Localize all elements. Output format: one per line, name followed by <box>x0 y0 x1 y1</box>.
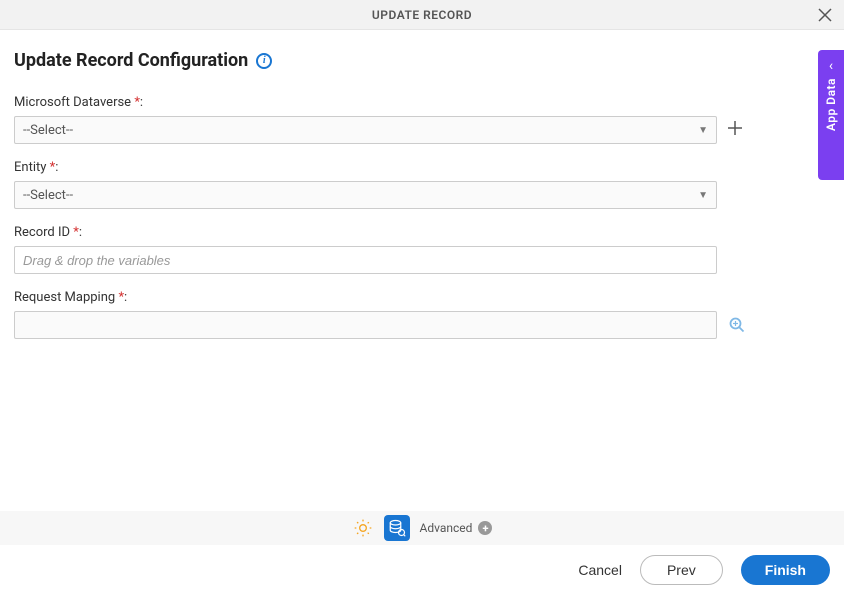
dataverse-select-value: --Select-- <box>23 123 73 138</box>
page-title: Update Record Configuration <box>14 50 248 71</box>
request-mapping-row <box>14 311 830 339</box>
info-icon[interactable]: i <box>256 53 272 69</box>
plus-circle-icon: + <box>478 521 492 535</box>
app-data-tab[interactable]: ‹ App Data <box>818 50 844 180</box>
advanced-label-text: Advanced <box>420 521 473 535</box>
search-icon <box>728 316 746 334</box>
entity-group: Entity *: --Select-- ▼ <box>14 160 830 209</box>
close-icon <box>818 8 832 22</box>
cancel-button[interactable]: Cancel <box>578 562 622 578</box>
page-title-row: Update Record Configuration i <box>14 50 830 71</box>
database-icon <box>388 519 406 537</box>
record-id-label: Record ID *: <box>14 225 830 240</box>
close-button[interactable] <box>814 1 836 29</box>
finish-button[interactable]: Finish <box>741 555 830 585</box>
mapping-search-button[interactable] <box>727 315 747 335</box>
record-id-input[interactable] <box>14 246 717 274</box>
content-area: Update Record Configuration i Microsoft … <box>0 30 844 369</box>
request-mapping-input[interactable] <box>14 311 717 339</box>
chevron-left-icon: ‹ <box>829 58 833 74</box>
prev-button[interactable]: Prev <box>640 555 723 585</box>
entity-select-row: --Select-- ▼ <box>14 181 830 209</box>
add-dataverse-button[interactable] <box>727 119 743 141</box>
entity-select[interactable]: --Select-- ▼ <box>14 181 717 209</box>
plus-icon <box>727 120 743 136</box>
bottom-toolbar: Advanced + <box>0 511 844 545</box>
entity-select-value: --Select-- <box>23 188 73 203</box>
gear-icon <box>353 518 373 538</box>
record-id-group: Record ID *: <box>14 225 830 274</box>
app-data-tab-label: App Data <box>824 78 838 131</box>
entity-label: Entity *: <box>14 160 830 175</box>
dataverse-group: Microsoft Dataverse *: --Select-- ▼ <box>14 95 830 144</box>
chevron-down-icon: ▼ <box>698 190 708 201</box>
modal-header: UPDATE RECORD <box>0 0 844 30</box>
dataverse-select-row: --Select-- ▼ <box>14 116 830 144</box>
database-button[interactable] <box>384 515 410 541</box>
modal-title: UPDATE RECORD <box>372 8 472 22</box>
settings-button[interactable] <box>352 517 374 539</box>
request-mapping-label: Request Mapping *: <box>14 290 830 305</box>
advanced-toggle[interactable]: Advanced + <box>420 521 493 535</box>
footer-actions: Cancel Prev Finish <box>0 545 844 595</box>
dataverse-label: Microsoft Dataverse *: <box>14 95 830 110</box>
dataverse-select[interactable]: --Select-- ▼ <box>14 116 717 144</box>
chevron-down-icon: ▼ <box>698 125 708 136</box>
request-mapping-group: Request Mapping *: <box>14 290 830 339</box>
